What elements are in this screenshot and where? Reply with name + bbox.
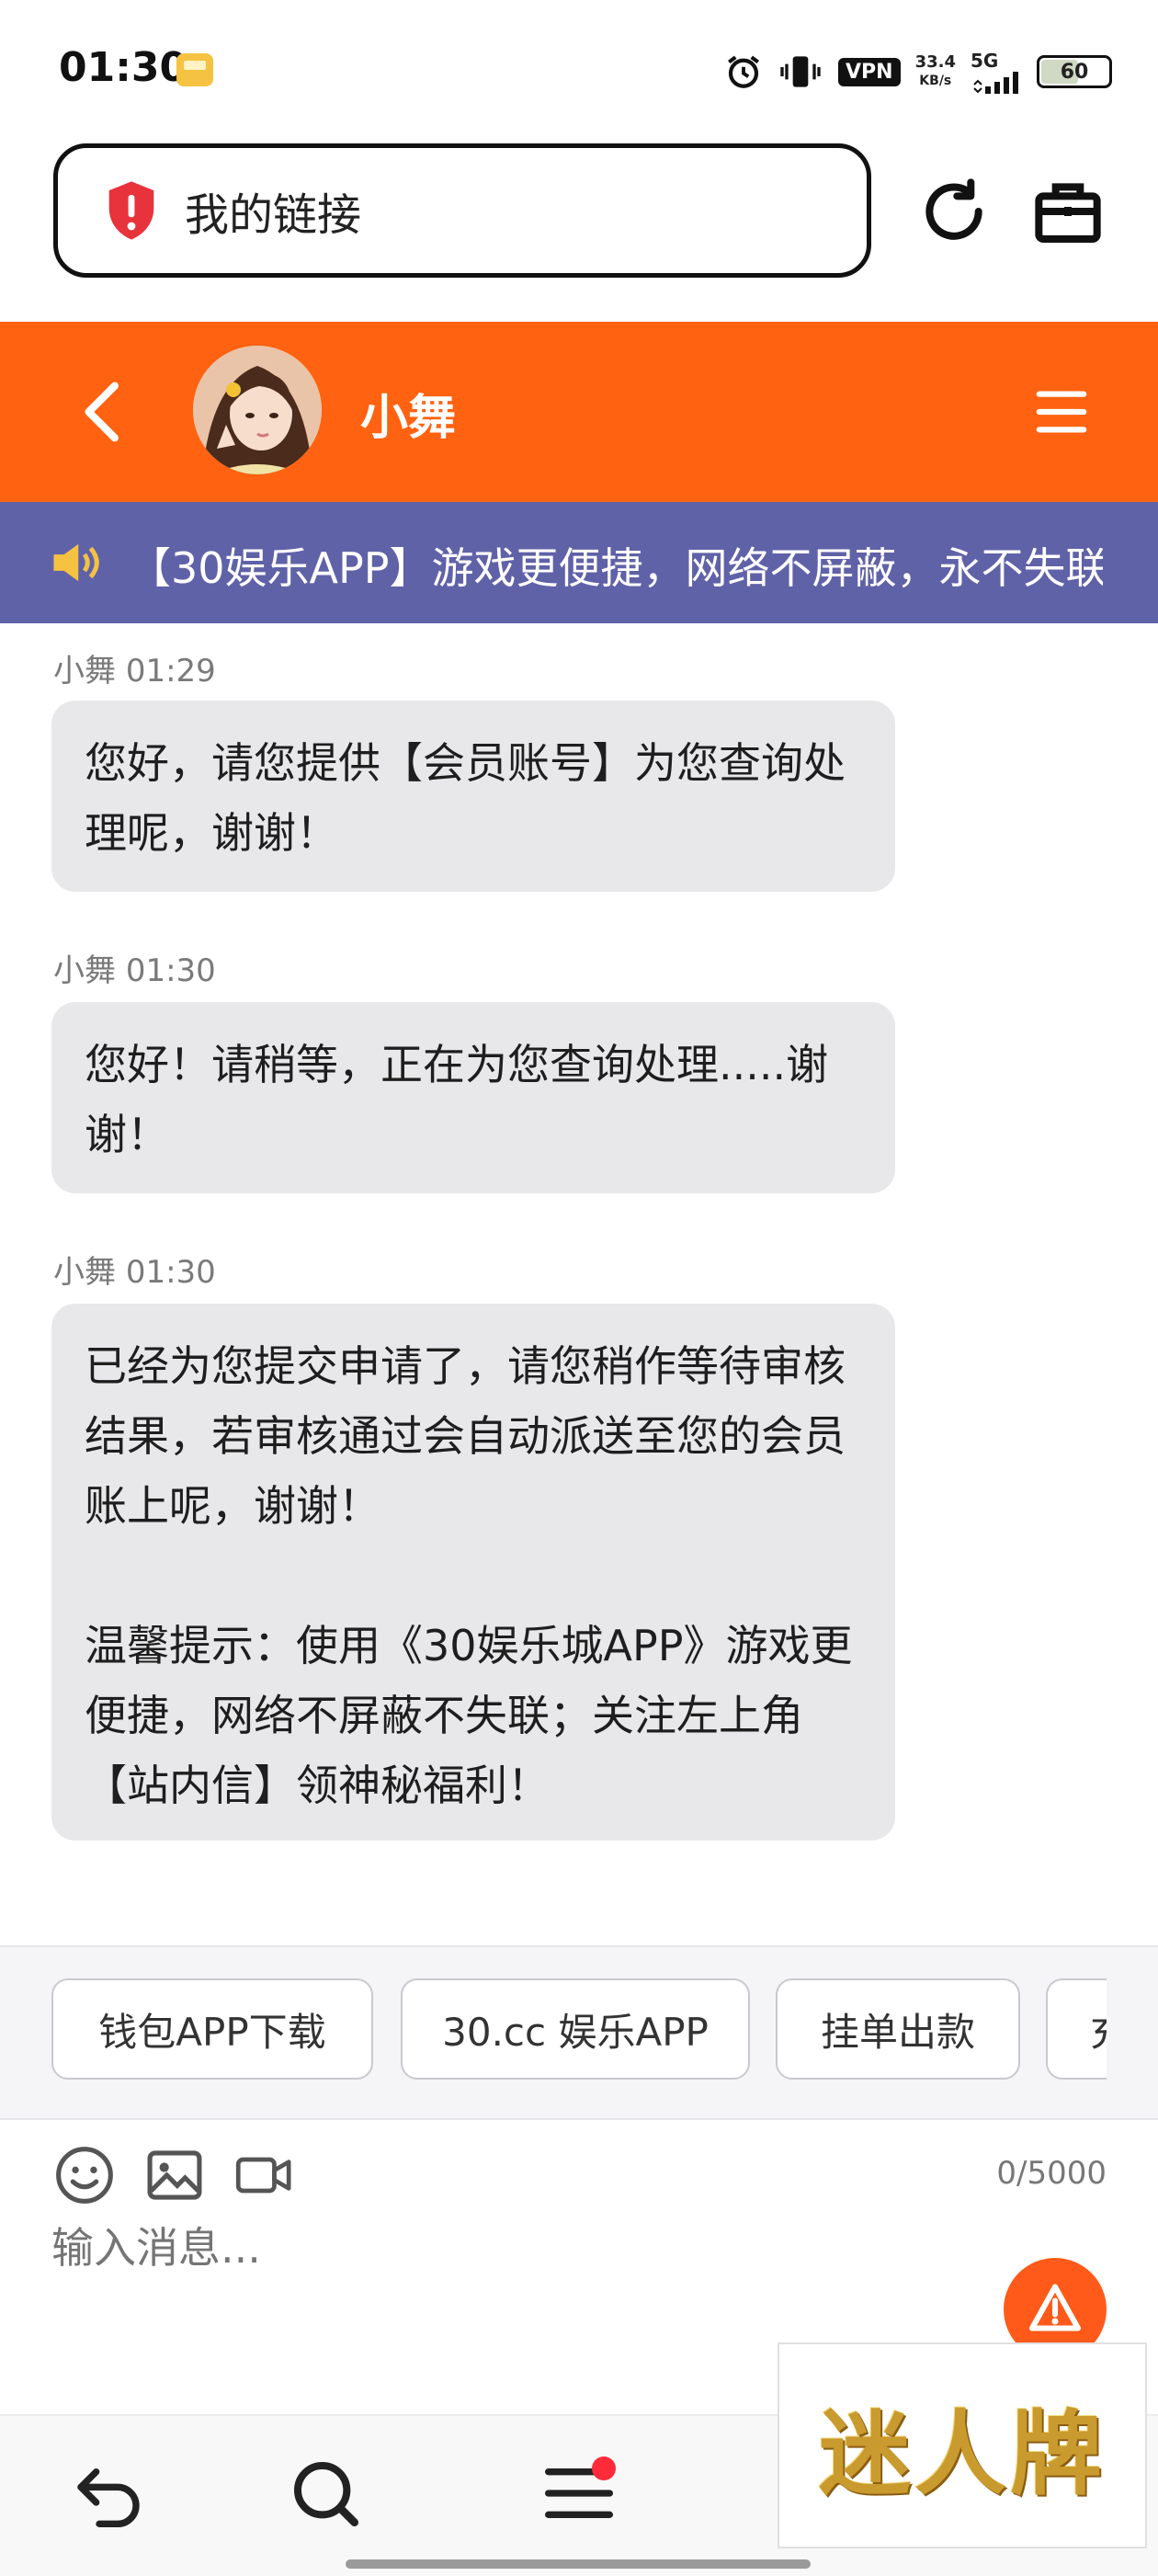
network-type: 5G xyxy=(971,50,999,72)
quick-reply-bar: 钱包APP下载 30.cc 娱乐APP 挂单出款 充 xyxy=(0,1945,1158,2120)
notification-icon xyxy=(176,53,213,86)
url-text[interactable]: 我的链接 xyxy=(185,178,361,243)
home-indicator[interactable] xyxy=(346,2559,811,2569)
brand-text: 迷人牌 xyxy=(819,2399,1106,2508)
vpn-badge: VPN xyxy=(838,57,901,86)
notification-badge xyxy=(592,2456,616,2480)
alarm-icon xyxy=(728,55,760,88)
message-bubble: 已经为您提交申请了，请您稍作等待审核结果，若审核通过会自动派送至您的会员账上呢，… xyxy=(51,1304,895,1841)
message-meta: 小舞 01:29 xyxy=(53,653,216,690)
back-arrow-icon[interactable] xyxy=(77,379,129,445)
message-meta: 小舞 01:30 xyxy=(53,952,216,989)
message-bubble: 您好！请稍等，正在为您查询处理.....谢谢！ xyxy=(51,1002,895,1193)
announcement-bar[interactable]: 【30娱乐APP】游戏更便捷，网络不屏蔽，永不失联 xyxy=(0,502,1158,623)
message-input[interactable] xyxy=(51,2223,879,2273)
signal-group: 5G xyxy=(971,50,1022,94)
quick-reply-fade xyxy=(1107,1947,1158,2118)
menu-icon[interactable] xyxy=(1035,386,1088,438)
signal-icon xyxy=(973,72,1018,94)
agent-name: 小舞 xyxy=(360,391,457,446)
status-indicators: VPN 33.4 KB/s 5G 60 xyxy=(724,46,1112,97)
search-icon[interactable] xyxy=(289,2456,362,2530)
brand-logo: 迷人牌 xyxy=(778,2342,1147,2548)
quick-reply-chip[interactable]: 挂单出款 xyxy=(776,1978,1020,2080)
warning-icon xyxy=(1029,2284,1081,2331)
quick-reply-chip[interactable]: 钱包APP下载 xyxy=(51,1978,373,2080)
announcement-text: 【30娱乐APP】游戏更便捷，网络不屏蔽，永不失联 xyxy=(129,543,1103,593)
reload-icon[interactable] xyxy=(917,175,991,248)
security-warning-icon[interactable] xyxy=(104,179,159,242)
emoji-icon[interactable] xyxy=(53,2144,116,2206)
image-icon[interactable] xyxy=(143,2144,206,2206)
back-icon[interactable] xyxy=(72,2456,145,2530)
avatar[interactable] xyxy=(193,346,322,474)
toolbox-icon[interactable] xyxy=(1031,175,1105,248)
character-counter: 0/5000 xyxy=(996,2155,1107,2192)
network-speed: 33.4 KB/s xyxy=(914,52,956,89)
video-icon[interactable] xyxy=(233,2144,296,2206)
message-meta: 小舞 01:30 xyxy=(53,1254,216,1291)
message-bubble: 您好，请您提供【会员账号】为您查询处理呢，谢谢！ xyxy=(51,701,895,892)
vibrate-icon xyxy=(780,56,821,87)
status-time: 01:30 xyxy=(59,44,188,91)
speaker-icon xyxy=(53,543,99,582)
avatar-portrait xyxy=(193,346,322,474)
address-bar[interactable]: 我的链接 xyxy=(53,143,871,278)
battery-icon: 60 xyxy=(1037,55,1112,88)
quick-reply-chip[interactable]: 30.cc 娱乐APP xyxy=(401,1978,750,2080)
chat-header xyxy=(0,322,1158,502)
